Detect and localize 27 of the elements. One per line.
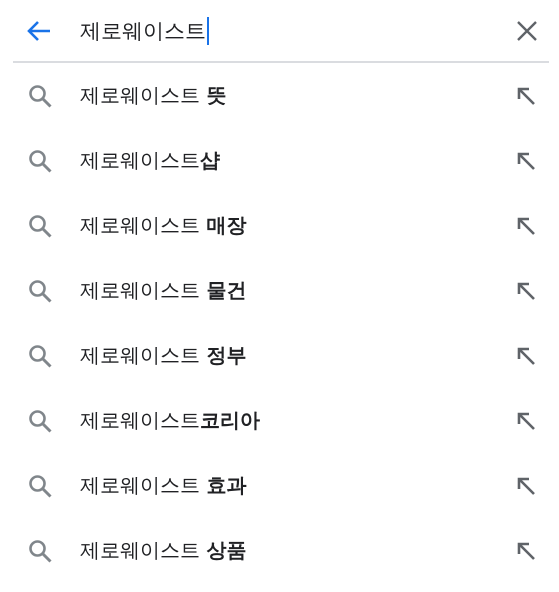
search-icon <box>28 408 52 432</box>
fill-query-arrow-icon[interactable] <box>517 86 535 104</box>
fill-query-arrow-icon[interactable] <box>517 412 535 430</box>
search-icon <box>28 538 52 562</box>
search-icon <box>28 474 52 498</box>
close-icon[interactable] <box>517 20 537 40</box>
back-arrow-icon[interactable] <box>27 20 51 42</box>
suggestion-item[interactable]: 제로웨이스트 물건 <box>80 277 517 304</box>
fill-query-arrow-icon[interactable] <box>517 542 535 560</box>
search-icon <box>28 344 52 368</box>
fill-query-arrow-icon[interactable] <box>517 216 535 234</box>
search-icon <box>28 278 52 302</box>
fill-query-arrow-icon[interactable] <box>517 152 535 170</box>
suggestion-item[interactable]: 제로웨이스트 매장 <box>80 212 517 239</box>
fill-query-arrow-icon[interactable] <box>517 282 535 300</box>
suggestion-item[interactable]: 제로웨이스트 정부 <box>80 342 517 369</box>
suggestion-item[interactable]: 제로웨이스트 뜻 <box>80 82 517 109</box>
search-icon <box>28 84 52 108</box>
search-icon <box>28 148 52 172</box>
suggestion-item[interactable]: 제로웨이스트 상품 <box>80 537 517 564</box>
search-icon <box>28 214 52 238</box>
fill-query-arrow-icon[interactable] <box>517 346 535 364</box>
suggestion-item[interactable]: 제로웨이스트샵 <box>80 147 517 174</box>
suggestion-item[interactable]: 제로웨이스트 효과 <box>80 472 517 499</box>
search-field[interactable]: 제로웨이스트 <box>80 14 517 46</box>
fill-query-arrow-icon[interactable] <box>517 476 535 494</box>
suggestion-item[interactable]: 제로웨이스트코리아 <box>80 407 517 434</box>
